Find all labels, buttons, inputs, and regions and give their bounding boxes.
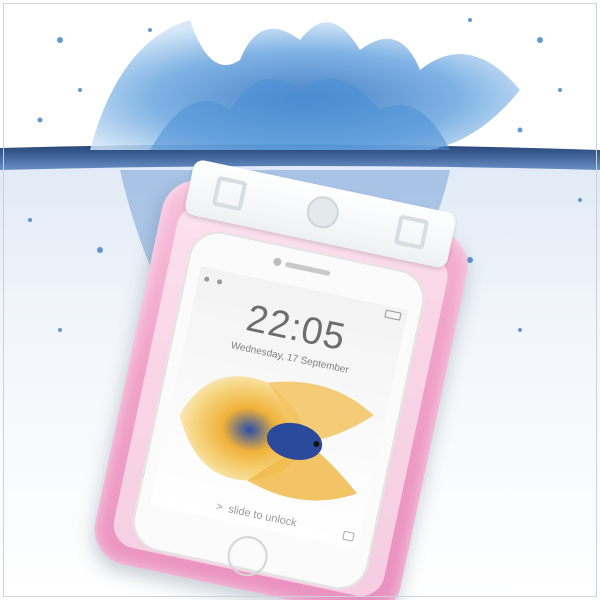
earpiece-speaker — [284, 261, 331, 277]
chevron-right-icon: > — [214, 500, 224, 514]
camera-icon[interactable] — [342, 530, 355, 542]
battery-icon — [384, 309, 402, 321]
front-camera-icon — [272, 257, 283, 267]
lanyard-slot-left — [211, 175, 248, 212]
signal-icon — [203, 271, 224, 285]
product-photo: 22:05 Wednesday, 17 September > slide to… — [0, 0, 600, 600]
lock-knob — [303, 193, 342, 232]
lanyard-slot-right — [393, 214, 430, 250]
lock-screen: 22:05 Wednesday, 17 September > slide to… — [150, 266, 409, 549]
